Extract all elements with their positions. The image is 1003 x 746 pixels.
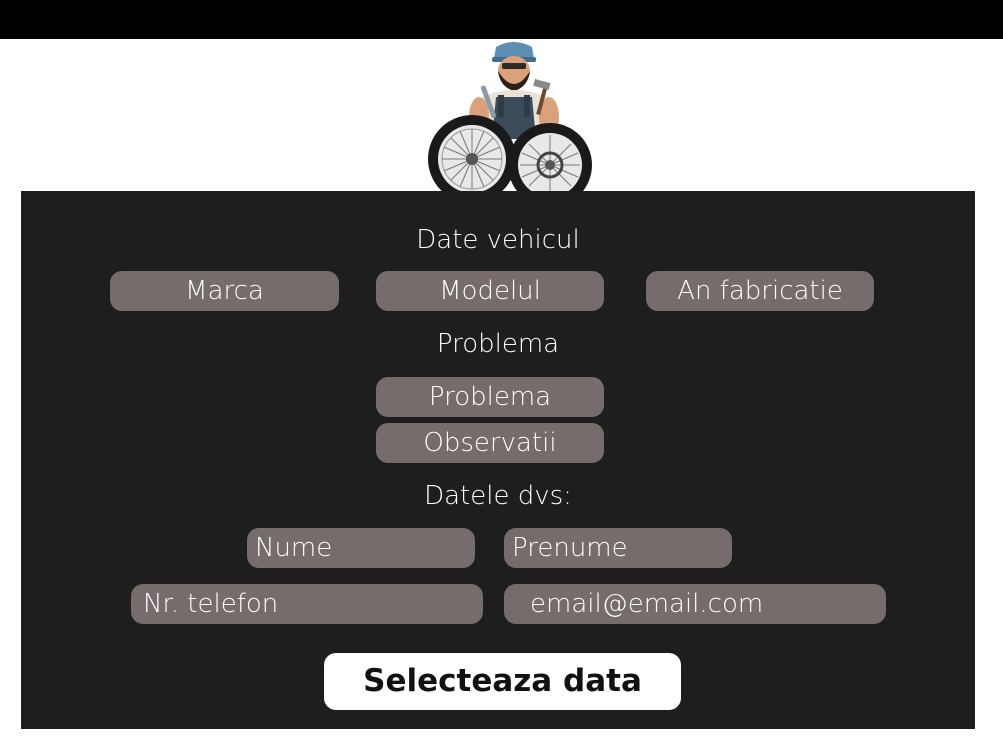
firstname-input[interactable] bbox=[504, 528, 732, 568]
phone-input[interactable] bbox=[131, 584, 483, 624]
top-bar bbox=[0, 0, 1003, 39]
vehicle-section-heading: Date vehicul bbox=[416, 225, 580, 255]
year-input[interactable] bbox=[646, 271, 874, 311]
email-input[interactable] bbox=[504, 584, 886, 624]
select-date-button[interactable]: Selecteaza data bbox=[324, 653, 681, 710]
problem-input[interactable] bbox=[376, 377, 604, 417]
mechanic-logo-icon bbox=[424, 39, 596, 207]
booking-form-panel: Date vehicul Problema Datele dvs: Select… bbox=[21, 191, 975, 729]
problem-section-heading: Problema bbox=[436, 329, 560, 359]
personal-section-heading: Datele dvs: bbox=[424, 481, 572, 511]
notes-input[interactable] bbox=[376, 423, 604, 463]
brand-input[interactable] bbox=[110, 271, 339, 311]
lastname-input[interactable] bbox=[247, 528, 475, 568]
model-input[interactable] bbox=[376, 271, 604, 311]
